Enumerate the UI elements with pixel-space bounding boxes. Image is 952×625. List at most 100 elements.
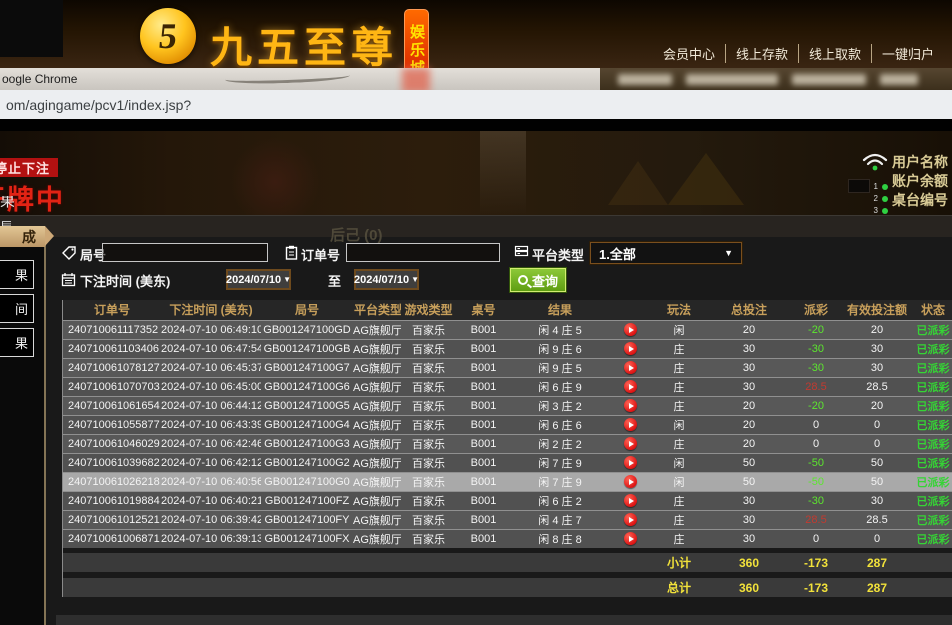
cell-play[interactable] — [609, 453, 651, 472]
play-video-icon[interactable] — [624, 494, 637, 507]
camera-silhouette — [848, 179, 870, 193]
calendar-icon — [61, 272, 76, 287]
cell-play[interactable] — [609, 339, 651, 358]
table-row[interactable]: 2407100610781272024-07-10 06:45:37GB0012… — [63, 358, 952, 377]
marker-number: 1 — [872, 182, 878, 191]
cell-valid: 30 — [841, 339, 913, 358]
cell-valid: 20 — [841, 320, 913, 339]
play-video-icon[interactable] — [624, 513, 637, 526]
play-video-icon[interactable] — [624, 361, 637, 374]
play-video-icon[interactable] — [624, 456, 637, 469]
table-row[interactable]: 2407100611173522024-07-10 06:49:10GB0012… — [63, 320, 952, 339]
cell-play[interactable] — [609, 377, 651, 396]
cell-play[interactable] — [609, 472, 651, 491]
table-row[interactable]: 2407100610460292024-07-10 06:42:46GB0012… — [63, 434, 952, 453]
records-table-wrap: 订单号下注时间 (美东)局号平台类型游戏类型桌号结果玩法总投注派彩有效投注额状态… — [62, 300, 952, 597]
cell-time: 2024-07-10 06:40:56 — [161, 472, 261, 491]
table-row[interactable]: 2407100610558772024-07-10 06:43:39GB0012… — [63, 415, 952, 434]
blurred-user-info — [686, 74, 778, 85]
table-row[interactable]: 2407100610707032024-07-10 06:45:00GB0012… — [63, 377, 952, 396]
cell-game: 百家乐 — [401, 415, 456, 434]
cell-play[interactable] — [609, 434, 651, 453]
cell-play[interactable] — [609, 415, 651, 434]
clipboard-icon — [284, 245, 299, 260]
cell-round: GB001247100G2 — [261, 453, 353, 472]
round-id-input[interactable] — [102, 243, 268, 262]
total-empty-cell — [456, 553, 511, 572]
cell-play[interactable] — [609, 529, 651, 548]
nav-online-deposit[interactable]: 线上存款 — [726, 44, 799, 63]
total-valid-value: 287 — [841, 553, 913, 572]
play-video-icon[interactable] — [624, 323, 637, 336]
total-empty-cell — [609, 578, 651, 597]
corner-overlay — [0, 0, 63, 57]
background-ghost-text: 后己 (0) — [330, 224, 383, 245]
total-empty-cell — [913, 553, 952, 572]
user-info-bar — [600, 68, 952, 90]
play-video-icon[interactable] — [624, 475, 637, 488]
play-video-icon[interactable] — [624, 532, 637, 545]
platform-type-select[interactable]: 1.全部 ▼ — [590, 242, 742, 264]
table-info-labels: 用户名称 账户余额 桌台编号 — [892, 153, 952, 210]
play-video-icon[interactable] — [624, 399, 637, 412]
nav-one-key-transfer[interactable]: 一键归户 — [872, 44, 944, 63]
cell-play[interactable] — [609, 510, 651, 529]
table-row[interactable]: 2407100610262182024-07-10 06:40:56GB0012… — [63, 472, 952, 491]
cell-play[interactable] — [609, 320, 651, 339]
tag-icon — [62, 246, 77, 261]
order-id-input[interactable] — [346, 243, 500, 262]
cell-play[interactable] — [609, 491, 651, 510]
cell-bet-on: 庄 — [651, 339, 707, 358]
cell-time: 2024-07-10 06:44:12 — [161, 396, 261, 415]
table-row[interactable]: 2407100610198842024-07-10 06:40:21GB0012… — [63, 491, 952, 510]
sidebar-item[interactable]: 间 — [0, 294, 34, 323]
table-row[interactable]: 2407100610396822024-07-10 06:42:12GB0012… — [63, 453, 952, 472]
table-row[interactable]: 2407100610616542024-07-10 06:44:12GB0012… — [63, 396, 952, 415]
brand-logo-icon[interactable]: 5 — [140, 8, 196, 64]
play-video-icon[interactable] — [624, 437, 637, 450]
play-video-icon[interactable] — [624, 418, 637, 431]
cell-time: 2024-07-10 06:45:00 — [161, 377, 261, 396]
url-bar[interactable]: om/agingame/pcv1/index.jsp? — [0, 90, 952, 119]
total-empty-cell — [63, 578, 161, 597]
cell-status: 已派彩 — [913, 320, 952, 339]
grandtotal-row: 总计360-173287 — [63, 578, 952, 597]
table-row[interactable]: 2407100610068712024-07-10 06:39:13GB0012… — [63, 529, 952, 548]
cell-order: 240710061019884 — [63, 491, 161, 510]
cell-table: B001 — [456, 377, 511, 396]
total-empty-cell — [913, 578, 952, 597]
marker-dot-icon — [882, 196, 888, 202]
stop-betting-badge: 停止下注 — [0, 158, 58, 177]
cell-order: 240710061012521 — [63, 510, 161, 529]
cell-platform: AG旗舰厅 — [353, 510, 401, 529]
sidebar-item[interactable]: 果 — [0, 328, 34, 357]
table-row[interactable]: 2407100610125212024-07-10 06:39:42GB0012… — [63, 510, 952, 529]
cell-payout: -30 — [791, 491, 841, 510]
top-nav: 会员中心 线上存款 线上取款 一键归户 — [653, 44, 944, 63]
column-header: 结果 — [511, 300, 609, 320]
date-from-picker[interactable]: 2024/07/10 ▼ — [226, 269, 291, 290]
table-row[interactable]: 2407100611034062024-07-10 06:47:54GB0012… — [63, 339, 952, 358]
cell-platform: AG旗舰厅 — [353, 377, 401, 396]
nav-online-withdraw[interactable]: 线上取款 — [799, 44, 872, 63]
sidebar-item-selected[interactable]: 成 — [0, 226, 45, 247]
cell-play[interactable] — [609, 396, 651, 415]
query-button[interactable]: 查询 — [510, 268, 566, 292]
column-header: 平台类型 — [353, 300, 401, 320]
column-header: 总投注 — [707, 300, 791, 320]
cell-bet-on: 闲 — [651, 415, 707, 434]
play-video-icon[interactable] — [624, 342, 637, 355]
cell-result: 闲 9 庄 5 — [511, 358, 609, 377]
table-header-row: 订单号下注时间 (美东)局号平台类型游戏类型桌号结果玩法总投注派彩有效投注额状态 — [63, 300, 952, 320]
date-to-picker[interactable]: 2024/07/10 ▼ — [354, 269, 419, 290]
sidebar-item[interactable]: 果 — [0, 260, 34, 289]
cell-play[interactable] — [609, 358, 651, 377]
column-header: 状态 — [913, 300, 952, 320]
play-video-icon[interactable] — [624, 380, 637, 393]
nav-member-center[interactable]: 会员中心 — [653, 44, 726, 63]
cell-payout: -30 — [791, 358, 841, 377]
cell-time: 2024-07-10 06:39:13 — [161, 529, 261, 548]
cell-status: 已派彩 — [913, 415, 952, 434]
column-header: 有效投注额 — [841, 300, 913, 320]
cell-game: 百家乐 — [401, 320, 456, 339]
